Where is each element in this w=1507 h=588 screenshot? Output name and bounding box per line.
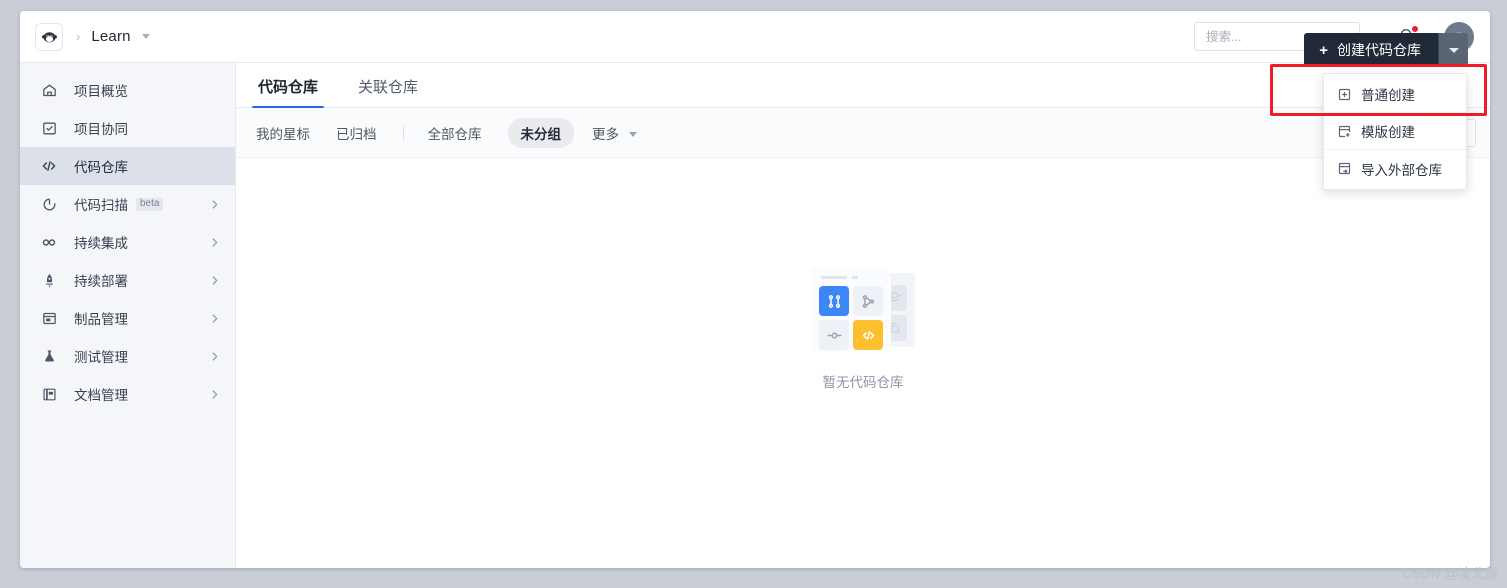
sidebar-label: 制品管理: [74, 312, 128, 327]
sidebar-item-code-scan[interactable]: 代码扫描 beta: [20, 185, 235, 223]
app-window: › Learn li: [20, 11, 1490, 568]
sidebar-label: 代码扫描: [74, 198, 128, 213]
sidebar-label: 项目协同: [74, 122, 128, 137]
commit-icon: [819, 320, 849, 350]
breadcrumb-project-label: Learn: [91, 27, 131, 45]
app-logo[interactable]: [35, 22, 63, 51]
checkbox-icon: [40, 119, 58, 137]
illustration-front-card: [811, 266, 891, 353]
menu-item-normal-create[interactable]: 普通创建: [1324, 76, 1466, 113]
bar-short: [852, 275, 858, 279]
menu-item-label: 导入外部仓库: [1361, 162, 1442, 178]
sidebar-label: 持续集成: [74, 236, 128, 251]
chevron-right-icon: [208, 236, 221, 249]
tab-linked-repository[interactable]: 关联仓库: [356, 76, 420, 107]
create-dropdown-toggle[interactable]: [1438, 33, 1468, 67]
branch-icon: [853, 286, 883, 316]
sidebar-item-project-overview[interactable]: 项目概览: [20, 71, 235, 109]
sidebar-item-code-repository[interactable]: 代码仓库: [20, 147, 235, 185]
flask-icon: [40, 347, 58, 365]
filter-more[interactable]: 更多: [592, 123, 637, 143]
create-repository-group: + 创建代码仓库: [1304, 33, 1468, 67]
document-icon: [40, 385, 58, 403]
import-icon: [1336, 161, 1352, 177]
breadcrumb-project[interactable]: Learn: [91, 27, 151, 46]
chevron-down-icon: [628, 132, 637, 138]
filter-divider: [402, 124, 404, 141]
code-icon: [40, 157, 58, 175]
chevron-right-icon: [208, 312, 221, 325]
chevron-down-icon: [1448, 47, 1459, 53]
filter-archived[interactable]: 已归档: [336, 123, 377, 143]
filter-ungrouped[interactable]: 未分组: [507, 117, 574, 148]
menu-item-template-create[interactable]: 模版创建: [1324, 113, 1466, 150]
sidebar-label: 测试管理: [74, 350, 128, 365]
chevron-right-icon: [208, 388, 221, 401]
chevron-right-icon: [208, 274, 221, 287]
illustration-tile-grid: [819, 286, 883, 350]
rocket-icon: [40, 271, 58, 289]
scan-icon: [40, 195, 58, 213]
empty-state: 暂无代码仓库: [236, 159, 1490, 568]
notification-badge-dot: [1411, 24, 1419, 33]
bar-long: [821, 275, 847, 279]
template-plus-icon: [1336, 123, 1352, 139]
sidebar-label: 代码仓库: [74, 160, 128, 175]
sidebar: 项目概览 项目协同 代码仓库 代码扫描 beta 持续集成 持续部署 制品管理 …: [20, 63, 236, 568]
main-content: 代码仓库 关联仓库 我的星标 已归档 全部仓库 未分组 更多 搜索仓库... 暂…: [236, 63, 1490, 568]
filter-my-starred[interactable]: 我的星标: [256, 123, 310, 143]
sidebar-item-artifact-management[interactable]: 制品管理: [20, 299, 235, 337]
tab-bar: 代码仓库 关联仓库: [236, 63, 1490, 108]
plus-square-icon: [1336, 86, 1352, 102]
sidebar-item-test-management[interactable]: 测试管理: [20, 337, 235, 375]
beta-badge: beta: [136, 197, 164, 211]
breadcrumb-separator: ›: [76, 29, 81, 44]
archive-icon: [40, 309, 58, 327]
create-dropdown-menu: 普通创建 模版创建 导入外部仓库: [1323, 73, 1467, 190]
menu-item-label: 普通创建: [1361, 88, 1415, 103]
top-header: › Learn li: [20, 11, 1490, 63]
sidebar-item-document-management[interactable]: 文档管理: [20, 375, 235, 413]
sidebar-item-continuous-deployment[interactable]: 持续部署: [20, 261, 235, 299]
sidebar-label: 项目概览: [74, 84, 128, 99]
filter-all-repositories[interactable]: 全部仓库: [428, 123, 482, 143]
filter-more-label: 更多: [592, 126, 619, 142]
watermark: CSDN @凌北辰: [1401, 566, 1499, 581]
illustration-title-bars: [821, 275, 883, 279]
filter-bar: 我的星标 已归档 全部仓库 未分组 更多: [236, 108, 1490, 158]
empty-state-text: 暂无代码仓库: [822, 374, 904, 390]
menu-item-import-external-repository[interactable]: 导入外部仓库: [1324, 150, 1466, 187]
tab-code-repository[interactable]: 代码仓库: [251, 76, 325, 108]
code-icon: [853, 320, 883, 350]
sidebar-label: 持续部署: [74, 274, 128, 289]
plus-icon: +: [1319, 41, 1328, 59]
menu-item-label: 模版创建: [1361, 125, 1415, 140]
merge-request-icon: [819, 286, 849, 316]
home-icon: [40, 81, 58, 99]
chevron-down-icon: [142, 33, 151, 39]
chevron-right-icon: [208, 350, 221, 363]
sidebar-label: 文档管理: [74, 388, 128, 403]
monkey-face-logo-icon: [41, 32, 57, 43]
sidebar-item-continuous-integration[interactable]: 持续集成: [20, 223, 235, 261]
sidebar-item-project-collaboration[interactable]: 项目协同: [20, 109, 235, 147]
empty-illustration: [811, 266, 915, 353]
create-repository-label: 创建代码仓库: [1337, 42, 1421, 58]
chevron-right-icon: [208, 198, 221, 211]
create-repository-button[interactable]: + 创建代码仓库: [1304, 33, 1438, 67]
infinity-icon: [40, 233, 58, 251]
